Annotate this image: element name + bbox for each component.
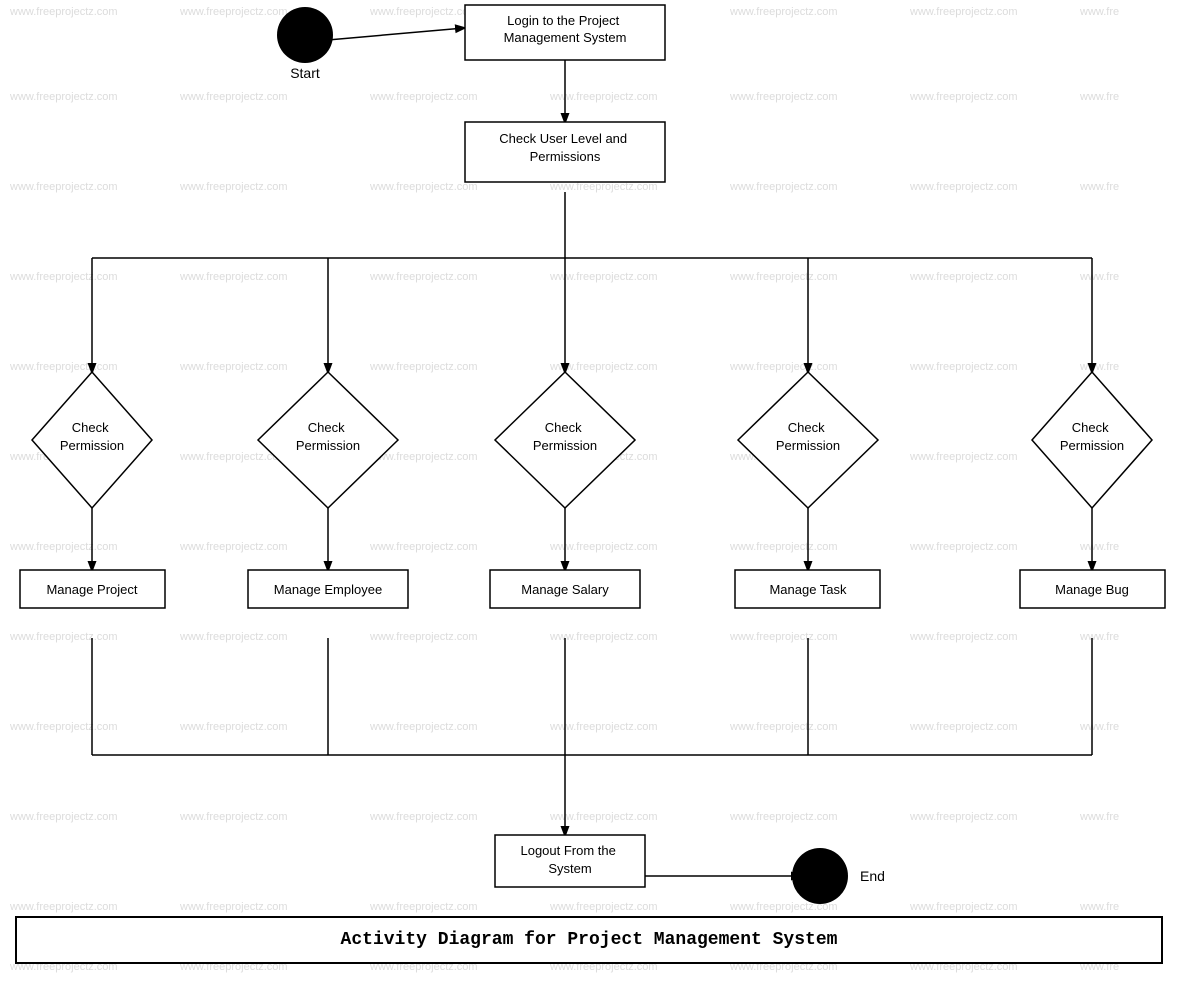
svg-text:www.freeprojectz.com: www.freeprojectz.com	[369, 901, 478, 913]
diagram-title: Activity Diagram for Project Management …	[15, 916, 1163, 964]
svg-text:www.freeprojectz.com: www.freeprojectz.com	[909, 541, 1018, 553]
svg-text:www.freeprojectz.com: www.freeprojectz.com	[549, 181, 658, 193]
svg-text:www.freeprojectz.com: www.freeprojectz.com	[9, 541, 118, 553]
svg-text:www.freeprojectz.com: www.freeprojectz.com	[729, 91, 838, 103]
svg-text:www.freeprojectz.com: www.freeprojectz.com	[909, 91, 1018, 103]
svg-text:www.freeprojectz.com: www.freeprojectz.com	[369, 811, 478, 823]
svg-text:www.freeprojectz.com: www.freeprojectz.com	[179, 541, 288, 553]
svg-text:www.freeprojectz.com: www.freeprojectz.com	[369, 361, 478, 373]
svg-text:www.freeprojectz.com: www.freeprojectz.com	[909, 451, 1018, 463]
svg-text:www.freeprojectz.com: www.freeprojectz.com	[9, 271, 118, 283]
svg-text:www.freeprojectz.com: www.freeprojectz.com	[9, 6, 118, 18]
manage-bug-text: Manage Bug	[1055, 582, 1129, 597]
svg-text:www.fre: www.fre	[1079, 811, 1119, 823]
svg-text:www.freeprojectz.com: www.freeprojectz.com	[179, 901, 288, 913]
svg-text:www.freeprojectz.com: www.freeprojectz.com	[909, 721, 1018, 733]
svg-text:www.freeprojectz.com: www.freeprojectz.com	[729, 721, 838, 733]
svg-text:www.freeprojectz.com: www.freeprojectz.com	[369, 631, 478, 643]
svg-text:www.freeprojectz.com: www.freeprojectz.com	[9, 811, 118, 823]
svg-text:www.freeprojectz.com: www.freeprojectz.com	[179, 721, 288, 733]
svg-text:www.fre: www.fre	[1079, 6, 1119, 18]
svg-text:www.freeprojectz.com: www.freeprojectz.com	[369, 6, 478, 18]
manage-employee-text: Manage Employee	[274, 582, 382, 597]
svg-text:www.freeprojectz.com: www.freeprojectz.com	[729, 811, 838, 823]
svg-text:www.fre: www.fre	[1079, 361, 1119, 373]
svg-text:www.fre: www.fre	[1079, 721, 1119, 733]
svg-text:www.freeprojectz.com: www.freeprojectz.com	[179, 91, 288, 103]
svg-text:www.freeprojectz.com: www.freeprojectz.com	[179, 181, 288, 193]
start-circle	[277, 7, 333, 63]
svg-text:www.freeprojectz.com: www.freeprojectz.com	[909, 901, 1018, 913]
svg-text:www.freeprojectz.com: www.freeprojectz.com	[369, 181, 478, 193]
svg-text:www.freeprojectz.com: www.freeprojectz.com	[9, 901, 118, 913]
svg-text:www.freeprojectz.com: www.freeprojectz.com	[179, 6, 288, 18]
diagram-container: www.freeprojectz.com www.freeprojectz.co…	[0, 0, 1178, 994]
svg-text:www.freeprojectz.com: www.freeprojectz.com	[909, 631, 1018, 643]
svg-text:www.freeprojectz.com: www.freeprojectz.com	[729, 631, 838, 643]
svg-text:www.freeprojectz.com: www.freeprojectz.com	[369, 721, 478, 733]
svg-text:www.freeprojectz.com: www.freeprojectz.com	[9, 721, 118, 733]
diagram-svg: www.freeprojectz.com www.freeprojectz.co…	[0, 0, 1178, 994]
svg-text:www.freeprojectz.com: www.freeprojectz.com	[729, 181, 838, 193]
svg-text:www.freeprojectz.com: www.freeprojectz.com	[549, 901, 658, 913]
svg-text:www.fre: www.fre	[1079, 541, 1119, 553]
svg-text:www.fre: www.fre	[1079, 181, 1119, 193]
svg-text:www.freeprojectz.com: www.freeprojectz.com	[729, 541, 838, 553]
svg-text:www.freeprojectz.com: www.freeprojectz.com	[909, 271, 1018, 283]
svg-text:www.freeprojectz.com: www.freeprojectz.com	[369, 271, 478, 283]
svg-text:www.freeprojectz.com: www.freeprojectz.com	[369, 91, 478, 103]
svg-text:www.freeprojectz.com: www.freeprojectz.com	[729, 361, 838, 373]
svg-text:www.freeprojectz.com: www.freeprojectz.com	[179, 271, 288, 283]
end-circle	[792, 848, 848, 904]
svg-text:www.fre: www.fre	[1079, 271, 1119, 283]
svg-text:www.freeprojectz.com: www.freeprojectz.com	[179, 361, 288, 373]
start-label: Start	[290, 65, 320, 81]
svg-text:www.freeprojectz.com: www.freeprojectz.com	[9, 631, 118, 643]
svg-text:www.freeprojectz.com: www.freeprojectz.com	[909, 181, 1018, 193]
svg-text:www.freeprojectz.com: www.freeprojectz.com	[179, 811, 288, 823]
svg-text:www.freeprojectz.com: www.freeprojectz.com	[369, 541, 478, 553]
svg-text:www.freeprojectz.com: www.freeprojectz.com	[9, 181, 118, 193]
svg-text:www.fre: www.fre	[1079, 901, 1119, 913]
svg-text:www.freeprojectz.com: www.freeprojectz.com	[729, 271, 838, 283]
manage-task-text: Manage Task	[769, 582, 847, 597]
end-label: End	[860, 868, 885, 884]
svg-text:www.freeprojectz.com: www.freeprojectz.com	[9, 361, 118, 373]
manage-project-text: Manage Project	[46, 582, 137, 597]
svg-text:www.freeprojectz.com: www.freeprojectz.com	[729, 6, 838, 18]
svg-text:www.freeprojectz.com: www.freeprojectz.com	[909, 361, 1018, 373]
svg-text:www.fre: www.fre	[1079, 631, 1119, 643]
svg-text:www.freeprojectz.com: www.freeprojectz.com	[909, 6, 1018, 18]
svg-text:www.freeprojectz.com: www.freeprojectz.com	[9, 91, 118, 103]
svg-text:www.fre: www.fre	[1079, 91, 1119, 103]
manage-salary-text: Manage Salary	[521, 582, 609, 597]
svg-text:www.freeprojectz.com: www.freeprojectz.com	[909, 811, 1018, 823]
svg-text:www.freeprojectz.com: www.freeprojectz.com	[179, 631, 288, 643]
